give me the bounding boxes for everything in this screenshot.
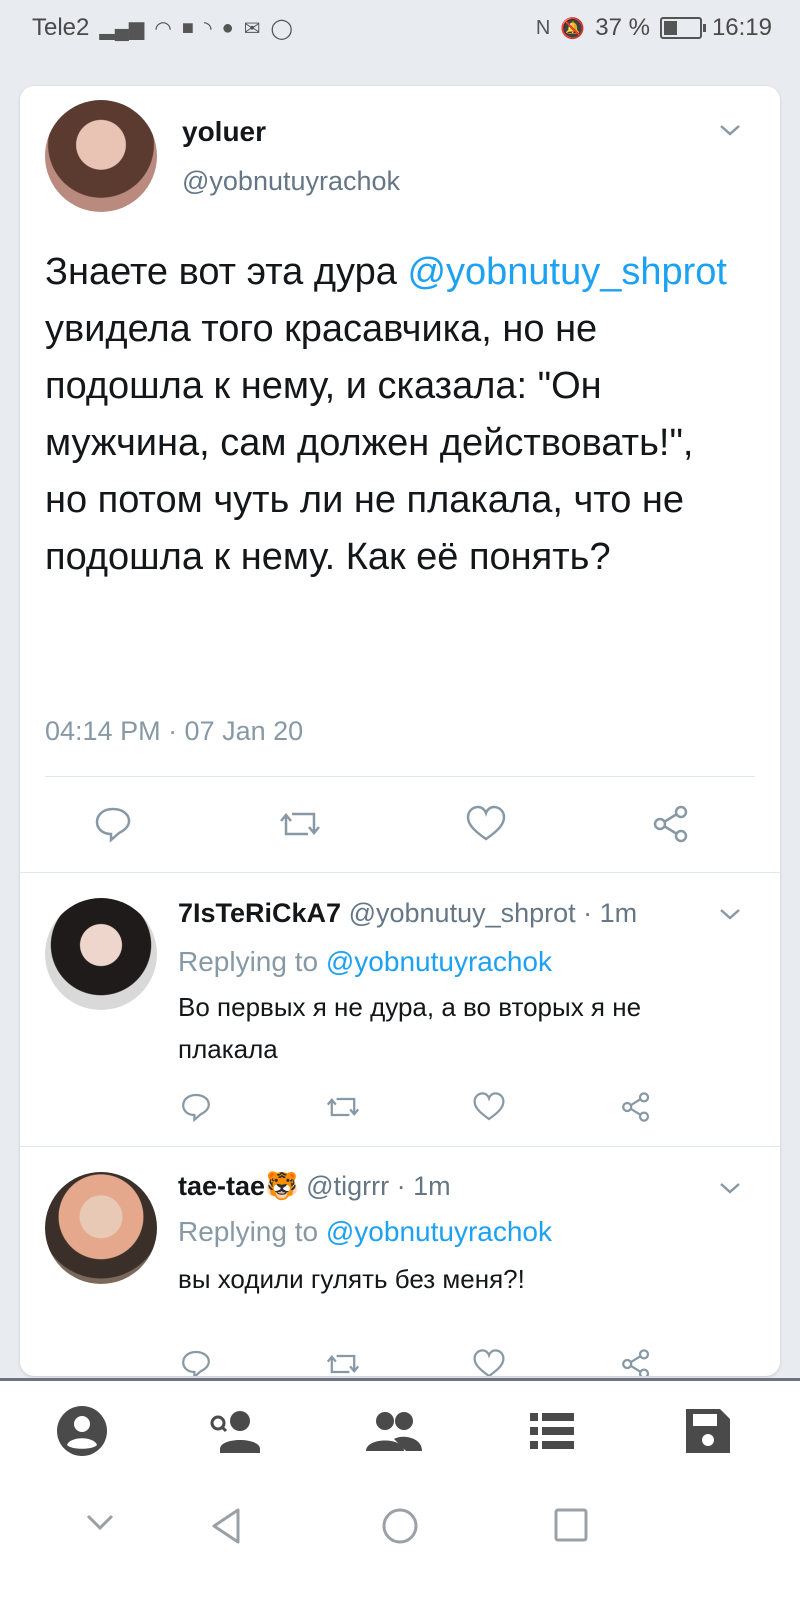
system-nav-bar xyxy=(0,1478,800,1600)
divider xyxy=(20,1146,780,1147)
author-handle[interactable]: @yobnutuyrachok xyxy=(182,166,400,197)
reply-handle-time: @yobnutuy_shprot · 1m xyxy=(348,898,638,928)
replying-mention[interactable]: @yobnutuyrachok xyxy=(326,1216,552,1247)
carrier-label: Tele2 xyxy=(32,14,90,41)
recents-icon[interactable] xyxy=(552,1506,590,1544)
replying-prefix: Replying to xyxy=(178,946,326,977)
reply-text: Во первых я не дура, а во вторых я не пл… xyxy=(178,992,642,1064)
tweet-card: yoluer @yobnutuyrachok Знаете вот эта ду… xyxy=(20,86,780,1376)
like-icon[interactable] xyxy=(472,1091,506,1123)
tweet-text-start: Знаете вот эта дура xyxy=(45,251,408,293)
tweet-text-end: увидела того красавчика, но не подошла к… xyxy=(45,308,694,578)
battery-icon xyxy=(659,17,706,39)
reply-icon[interactable] xyxy=(180,1348,212,1376)
reply-icon[interactable] xyxy=(180,1091,212,1123)
rss-icon: ◝ xyxy=(203,17,212,40)
app-nav-bar xyxy=(0,1378,800,1481)
chevron-down-icon[interactable] xyxy=(718,122,742,138)
tweet-timestamp: 04:14 PM · 07 Jan 20 xyxy=(45,716,304,746)
avatar[interactable] xyxy=(45,100,157,212)
profile-icon[interactable] xyxy=(52,1403,112,1459)
author-name[interactable]: yoluer xyxy=(182,116,266,148)
share-icon[interactable] xyxy=(620,1091,652,1123)
share-icon[interactable] xyxy=(620,1348,652,1376)
reply-handle-time: @tigrrr · 1m xyxy=(306,1171,451,1201)
mention-link[interactable]: @yobnutuy_shprot xyxy=(407,251,727,293)
mute-icon: 🔕 xyxy=(560,17,586,40)
divider xyxy=(20,872,780,873)
list-icon[interactable] xyxy=(522,1403,582,1459)
signal-icon: ▂▄▆ xyxy=(99,17,145,40)
retweet-icon[interactable] xyxy=(278,804,322,844)
chat-icon: ● xyxy=(221,16,234,39)
reply-header: 7IsTeRiCkA7 @yobnutuy_shprot · 1m xyxy=(178,898,637,929)
reply-text: вы ходили гулять без меня?! xyxy=(178,1264,525,1294)
home-icon[interactable] xyxy=(380,1506,420,1546)
retweet-icon[interactable] xyxy=(325,1091,361,1123)
tweet-text: Знаете вот эта дура @yobnutuy_shprot уви… xyxy=(45,244,745,586)
nfc-icon: N xyxy=(535,16,551,39)
replying-to: Replying to @yobnutuyrachok xyxy=(178,1216,552,1248)
share-icon[interactable] xyxy=(651,804,691,844)
notification-icon: ■ xyxy=(181,16,194,39)
down-chevron-icon[interactable] xyxy=(84,1506,116,1538)
battery-percent: 37 % xyxy=(595,14,650,41)
replying-to: Replying to @yobnutuyrachok xyxy=(178,946,552,978)
chevron-down-icon[interactable] xyxy=(718,906,742,922)
replying-mention[interactable]: @yobnutuyrachok xyxy=(326,946,552,977)
chevron-down-icon[interactable] xyxy=(718,1180,742,1196)
wifi-icon: ◠ xyxy=(154,17,172,40)
status-bar: Tele2 ▂▄▆ ◠ ■ ◝ ● ✉ ◯ N 🔕 37 % 16:19 xyxy=(0,0,800,56)
avatar[interactable] xyxy=(45,1172,157,1284)
find-user-icon[interactable] xyxy=(206,1403,266,1459)
group-icon[interactable] xyxy=(364,1403,424,1459)
save-icon[interactable] xyxy=(678,1403,738,1459)
reply-author-name[interactable]: 7IsTeRiCkA7 xyxy=(178,898,341,928)
divider xyxy=(45,776,755,777)
like-icon[interactable] xyxy=(465,804,507,844)
avatar[interactable] xyxy=(45,898,157,1010)
reply-author-name[interactable]: tae-tae🐯 xyxy=(178,1171,299,1201)
reply-header: tae-tae🐯 @tigrrr · 1m xyxy=(178,1170,451,1202)
reply-icon[interactable] xyxy=(93,804,133,844)
whatsapp-icon: ◯ xyxy=(270,17,293,40)
back-icon[interactable] xyxy=(208,1506,244,1546)
replying-prefix: Replying to xyxy=(178,1216,326,1247)
like-icon[interactable] xyxy=(472,1348,506,1376)
retweet-icon[interactable] xyxy=(325,1348,361,1376)
clock: 16:19 xyxy=(711,14,772,41)
mail-icon: ✉ xyxy=(243,17,261,40)
